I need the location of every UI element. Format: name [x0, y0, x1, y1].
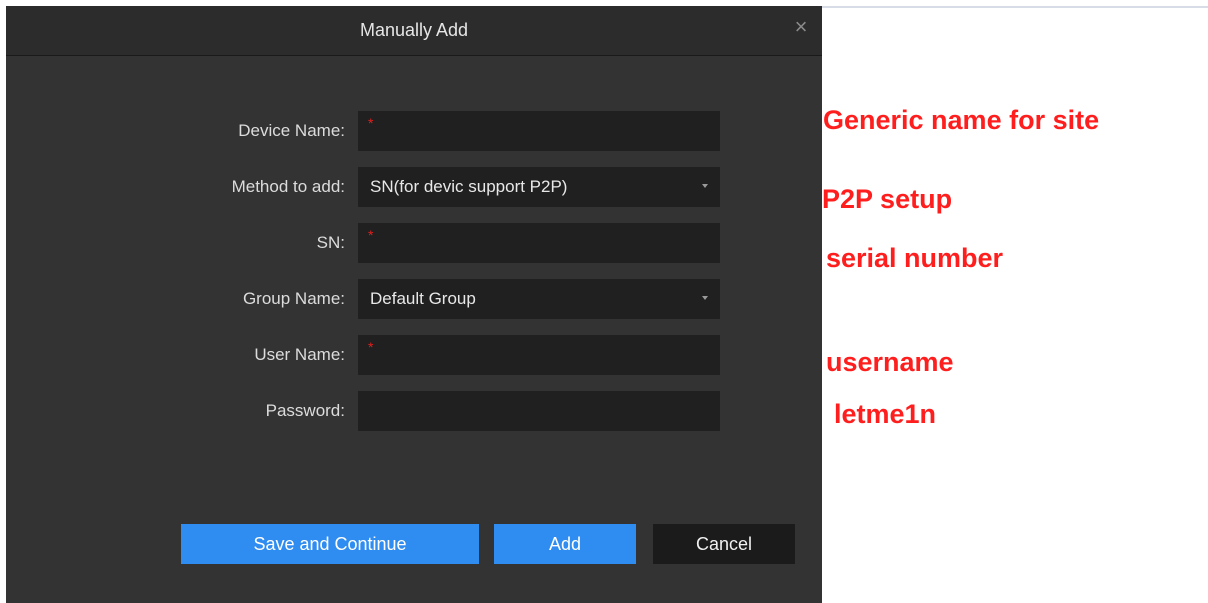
- annotation-password: letme1n: [834, 399, 937, 429]
- chevron-down-icon: [702, 296, 708, 300]
- required-mark: *: [368, 227, 374, 243]
- sn-input[interactable]: *: [358, 223, 720, 263]
- group-select[interactable]: Default Group: [358, 279, 720, 319]
- dialog-titlebar: Manually Add ×: [6, 6, 822, 56]
- chevron-down-icon: [702, 184, 708, 188]
- username-row: User Name: *: [6, 335, 822, 375]
- annotation-username: username: [826, 347, 954, 377]
- device-name-row: Device Name: *: [6, 111, 822, 151]
- add-button[interactable]: Add: [494, 524, 636, 564]
- cancel-button[interactable]: Cancel: [653, 524, 795, 564]
- password-row: Password:: [6, 391, 822, 431]
- close-icon[interactable]: ×: [790, 16, 812, 38]
- top-divider: [822, 6, 1208, 8]
- group-label: Group Name:: [242, 289, 345, 308]
- password-input[interactable]: [358, 391, 720, 431]
- dialog-title: Manually Add: [359, 20, 469, 40]
- device-name-label: Device Name:: [238, 121, 345, 140]
- password-label: Password:: [265, 401, 345, 420]
- annotation-sn: serial number: [826, 243, 1004, 273]
- manually-add-dialog: Manually Add × Device Name: * Method to …: [6, 6, 822, 603]
- method-label: Method to add:: [231, 177, 345, 196]
- required-mark: *: [368, 339, 374, 355]
- username-label: User Name:: [254, 345, 345, 364]
- sn-label: SN:: [316, 233, 345, 252]
- group-value: Default Group: [370, 289, 476, 308]
- username-input[interactable]: *: [358, 335, 720, 375]
- annotation-device-name: Generic name for site: [823, 105, 1100, 135]
- method-select[interactable]: SN(for devic support P2P): [358, 167, 720, 207]
- device-name-input[interactable]: *: [358, 111, 720, 151]
- method-row: Method to add: SN(for devic support P2P): [6, 167, 822, 207]
- method-value: SN(for devic support P2P): [370, 177, 568, 196]
- group-row: Group Name: Default Group: [6, 279, 822, 319]
- save-and-continue-button[interactable]: Save and Continue: [181, 524, 479, 564]
- sn-row: SN: *: [6, 223, 822, 263]
- annotation-method: P2P setup: [822, 184, 953, 214]
- required-mark: *: [368, 115, 374, 131]
